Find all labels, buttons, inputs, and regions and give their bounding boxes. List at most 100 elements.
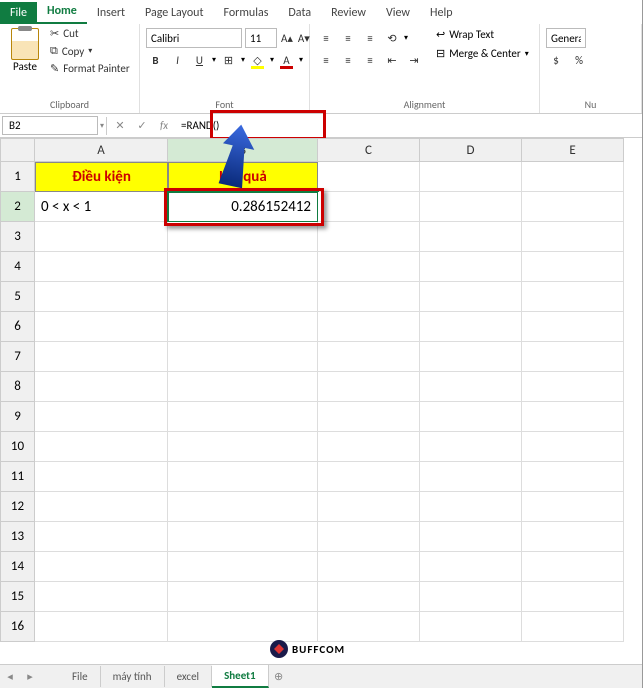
cell[interactable] — [168, 372, 318, 402]
cell-c1[interactable] — [318, 162, 420, 192]
align-right-button[interactable]: ≡ — [360, 50, 380, 70]
wrap-text-button[interactable]: ↩Wrap Text — [432, 26, 533, 43]
sheet-tab-sheet1[interactable]: Sheet1 — [212, 665, 269, 688]
paste-button[interactable]: Paste — [6, 26, 44, 76]
cell[interactable] — [420, 552, 522, 582]
col-header-e[interactable]: E — [522, 138, 624, 162]
font-color-button[interactable]: A — [277, 50, 296, 70]
cell[interactable] — [35, 432, 168, 462]
cell[interactable] — [522, 402, 624, 432]
decrease-font-button[interactable]: A▾ — [297, 28, 311, 48]
cell[interactable] — [420, 282, 522, 312]
cell[interactable] — [318, 552, 420, 582]
cell[interactable] — [420, 432, 522, 462]
borders-button[interactable]: ⊞ — [219, 50, 238, 70]
cell[interactable] — [420, 372, 522, 402]
increase-font-button[interactable]: A▴ — [280, 28, 294, 48]
cell[interactable] — [318, 462, 420, 492]
currency-button[interactable]: $ — [546, 50, 566, 70]
enter-formula-button[interactable]: ✓ — [131, 119, 153, 132]
cell[interactable] — [35, 492, 168, 522]
fill-color-button[interactable]: ◇ — [248, 50, 267, 70]
cell[interactable] — [522, 582, 624, 612]
tab-home[interactable]: Home — [37, 0, 87, 24]
row-header-12[interactable]: 12 — [0, 492, 35, 522]
cell[interactable] — [522, 432, 624, 462]
cell[interactable] — [318, 582, 420, 612]
cell[interactable] — [168, 432, 318, 462]
tab-view[interactable]: View — [376, 2, 420, 24]
sheet-nav-prev[interactable]: ◂ — [0, 670, 20, 683]
cell[interactable] — [168, 462, 318, 492]
row-header-1[interactable]: 1 — [0, 162, 35, 192]
copy-button[interactable]: ⧉Copy▾ — [48, 43, 132, 59]
cell[interactable] — [420, 402, 522, 432]
col-header-c[interactable]: C — [318, 138, 420, 162]
cell[interactable] — [35, 552, 168, 582]
tab-help[interactable]: Help — [420, 2, 463, 24]
row-header-10[interactable]: 10 — [0, 432, 35, 462]
align-bottom-button[interactable]: ≡ — [360, 28, 380, 48]
new-sheet-button[interactable]: ⊕ — [269, 670, 289, 683]
cell[interactable] — [35, 522, 168, 552]
cell[interactable] — [35, 462, 168, 492]
cell[interactable] — [522, 552, 624, 582]
cell[interactable] — [522, 222, 624, 252]
name-box[interactable] — [2, 116, 98, 135]
col-header-d[interactable]: D — [420, 138, 522, 162]
cell[interactable] — [420, 252, 522, 282]
cell[interactable] — [420, 312, 522, 342]
sheet-tab-maytinh[interactable]: máy tính — [101, 666, 165, 687]
row-header-2[interactable]: 2 — [0, 192, 35, 222]
row-header-8[interactable]: 8 — [0, 372, 35, 402]
align-left-button[interactable]: ≡ — [316, 50, 336, 70]
cell[interactable] — [318, 402, 420, 432]
cell[interactable] — [318, 492, 420, 522]
cell[interactable] — [168, 312, 318, 342]
tab-file[interactable]: File — [0, 2, 37, 24]
cell[interactable] — [420, 522, 522, 552]
row-header-4[interactable]: 4 — [0, 252, 35, 282]
cell[interactable] — [522, 462, 624, 492]
cell[interactable] — [35, 372, 168, 402]
cell[interactable] — [35, 282, 168, 312]
cell[interactable] — [318, 342, 420, 372]
cell[interactable] — [318, 252, 420, 282]
cell[interactable] — [318, 432, 420, 462]
cell[interactable] — [318, 372, 420, 402]
tab-data[interactable]: Data — [278, 2, 321, 24]
increase-indent-button[interactable]: ⇥ — [404, 50, 424, 70]
row-header-16[interactable]: 16 — [0, 612, 35, 642]
chevron-down-icon[interactable]: ▾ — [100, 121, 104, 131]
cell[interactable] — [168, 492, 318, 522]
align-top-button[interactable]: ≡ — [316, 28, 336, 48]
percent-button[interactable]: % — [569, 50, 589, 70]
cell[interactable] — [318, 312, 420, 342]
cell-c2[interactable] — [318, 192, 420, 222]
cell[interactable] — [420, 612, 522, 642]
align-center-button[interactable]: ≡ — [338, 50, 358, 70]
cell[interactable] — [522, 342, 624, 372]
cut-button[interactable]: ✂Cut — [48, 26, 132, 41]
cell[interactable] — [168, 612, 318, 642]
cell[interactable] — [35, 582, 168, 612]
col-header-a[interactable]: A — [35, 138, 168, 162]
cell[interactable] — [420, 222, 522, 252]
select-all-corner[interactable] — [0, 138, 35, 162]
merge-center-button[interactable]: ⊟Merge & Center▾ — [432, 45, 533, 62]
cell-e1[interactable] — [522, 162, 624, 192]
cell[interactable] — [522, 612, 624, 642]
sheet-tab-file[interactable]: File — [60, 666, 101, 687]
underline-button[interactable]: U — [190, 50, 209, 70]
number-format-select[interactable] — [546, 28, 586, 48]
tab-review[interactable]: Review — [321, 2, 376, 24]
cell-e2[interactable] — [522, 192, 624, 222]
font-size-select[interactable] — [245, 28, 277, 48]
cell[interactable] — [168, 402, 318, 432]
bold-button[interactable]: B — [146, 50, 165, 70]
cell-d1[interactable] — [420, 162, 522, 192]
cancel-formula-button[interactable]: ✕ — [109, 119, 131, 132]
cell[interactable] — [318, 282, 420, 312]
cell[interactable] — [420, 492, 522, 522]
cell[interactable] — [35, 402, 168, 432]
